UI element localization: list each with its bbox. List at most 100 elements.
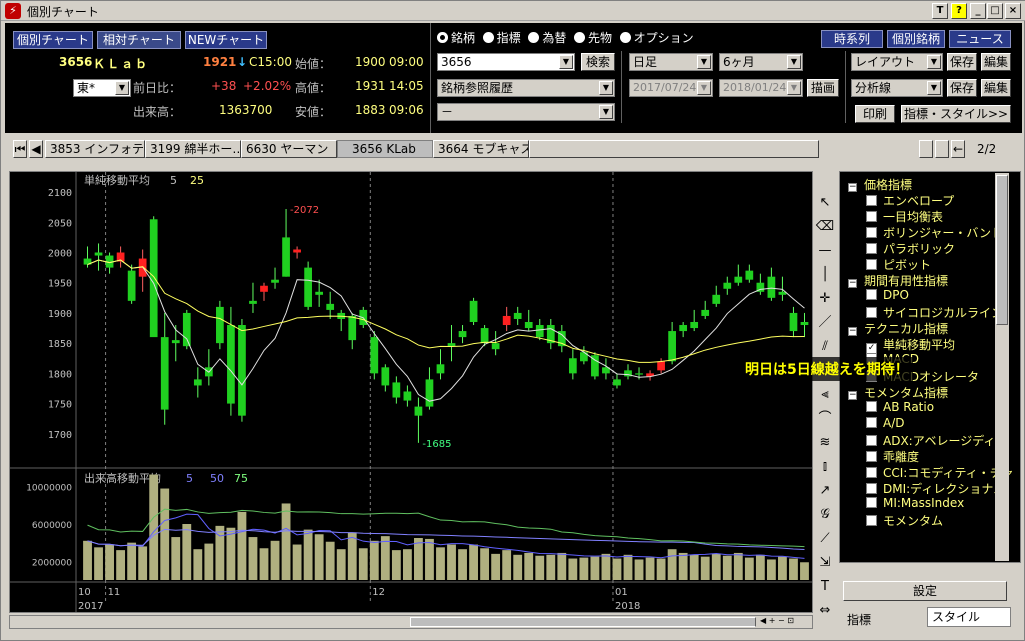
checkbox[interactable] — [866, 243, 877, 254]
market-select[interactable]: 東* ▼ — [73, 79, 131, 97]
layout-edit-button[interactable]: 編集 — [981, 53, 1011, 71]
period-select[interactable]: 日足 ▼ — [629, 53, 713, 71]
news-button[interactable]: ニュース — [949, 30, 1011, 48]
eraser-icon[interactable]: ⌫ — [815, 217, 835, 237]
individual-stock-button[interactable]: 個別銘柄 — [887, 30, 945, 48]
maximize-button[interactable]: □ — [987, 3, 1003, 19]
tree-item[interactable]: CCI:コモディティ・チャ — [866, 464, 1014, 481]
tree-item[interactable]: AB Ratio — [866, 400, 934, 414]
font-button[interactable]: T — [932, 3, 948, 19]
tree-scrollbar[interactable] — [995, 173, 1009, 561]
checkbox[interactable] — [866, 483, 877, 494]
stock-tab[interactable]: 3853 インフォテリ — [45, 140, 145, 158]
chart-hscrollbar[interactable]: ◀ + − ⊡ — [9, 615, 813, 629]
radio-index[interactable]: 指標 — [482, 31, 521, 45]
close-button[interactable]: × — [1005, 3, 1021, 19]
tab-new-chart[interactable]: NEWチャート — [185, 31, 267, 49]
checkbox[interactable] — [866, 497, 877, 508]
cursor-icon[interactable]: ↖ — [815, 193, 835, 213]
tree-group[interactable]: − 期間有用性指標 — [848, 272, 948, 289]
channel-icon[interactable]: ⫽ — [815, 337, 835, 357]
settings-button[interactable]: 設定 — [843, 581, 1007, 601]
stock-tab-active[interactable]: 3656 KLab — [337, 140, 433, 158]
analysis-select[interactable]: 分析線 ▼ — [851, 79, 943, 97]
radio-stock[interactable]: 銘柄 — [437, 31, 475, 45]
history-select[interactable]: 銘柄参照履歴 ▼ — [437, 79, 615, 97]
collapse-icon[interactable]: − — [848, 327, 857, 336]
layout-save-button[interactable]: 保存 — [947, 53, 977, 71]
date-to-input[interactable]: 2018/01/24 ▼ — [719, 79, 803, 97]
back-arrow-icon[interactable]: ← — [951, 140, 965, 158]
tree-item[interactable]: ADX:アベレージディレ — [866, 432, 1007, 449]
tab-style[interactable]: スタイル — [927, 607, 1011, 627]
checkbox[interactable] — [866, 307, 877, 318]
tree-item[interactable]: MI:MassIndex — [866, 496, 964, 510]
tab-individual-chart[interactable]: 個別チャート — [13, 31, 93, 49]
tree-item[interactable]: ボリンジャー・バンド — [866, 224, 1003, 241]
analysis-save-button[interactable]: 保存 — [947, 79, 977, 97]
tree-group[interactable]: − モメンタム指標 — [848, 384, 948, 401]
layout-select[interactable]: レイアウト ▼ — [851, 53, 943, 71]
checkbox[interactable] — [866, 211, 877, 222]
radio-options[interactable]: オプション — [619, 31, 694, 45]
tab-indicators[interactable]: 指標 — [847, 611, 871, 628]
fib-fan-icon[interactable]: ⫷ — [815, 385, 835, 405]
tree-hscrollbar[interactable] — [839, 563, 1021, 577]
period-icon[interactable]: ⇔ — [815, 601, 835, 621]
text-icon[interactable]: T — [815, 577, 835, 597]
cross-icon[interactable]: ✛ — [815, 289, 835, 309]
tree-item[interactable]: DMI:ディレクショナル — [866, 480, 1005, 497]
tree-item[interactable]: DPO — [866, 288, 909, 302]
zoom-controls-icon[interactable]: ◀ + − ⊡ — [760, 616, 794, 625]
tab-relative-chart[interactable]: 相対チャート — [97, 31, 181, 49]
scroll-thumb[interactable] — [996, 175, 1008, 325]
radio-fx[interactable]: 為替 — [528, 31, 566, 45]
stock-tab[interactable]: 3199 綿半ホー… — [145, 140, 241, 158]
date-from-input[interactable]: 2017/07/24 ▼ — [629, 79, 713, 97]
checkbox[interactable] — [866, 515, 877, 526]
print-button[interactable]: 印刷 — [855, 105, 895, 123]
stock-tab[interactable]: 3664 モブキャス — [433, 140, 529, 158]
first-tab-icon[interactable]: ⏮ — [13, 140, 27, 158]
edit-tab-icon[interactable] — [935, 140, 949, 158]
arc-icon[interactable]: ⌒ — [815, 409, 835, 429]
tree-item[interactable]: A/D — [866, 416, 905, 430]
regression-icon[interactable]: ⇲ — [815, 553, 835, 573]
tree-group[interactable]: − 価格指標 — [848, 176, 912, 193]
scroll-thumb[interactable] — [410, 617, 756, 627]
range-select[interactable]: 6ヶ月 ▼ — [719, 53, 803, 71]
third-select[interactable]: － ▼ — [437, 103, 615, 121]
code-input[interactable]: 3656 ▼ — [437, 53, 575, 71]
hline-icon[interactable]: — — [815, 241, 835, 261]
collapse-icon[interactable]: − — [848, 391, 857, 400]
timeseries-button[interactable]: 時系列 — [821, 30, 883, 48]
tree-item[interactable]: モメンタム — [866, 512, 943, 529]
search-button[interactable]: 検索 — [581, 53, 615, 71]
prev-tab-icon[interactable]: ◀ — [29, 140, 43, 158]
minimize-button[interactable]: _ — [970, 3, 986, 19]
help-button[interactable]: ? — [951, 3, 967, 19]
checkbox[interactable] — [866, 435, 877, 446]
gann-fan-icon[interactable]: ⟋ — [815, 529, 835, 549]
trendline-icon[interactable]: ／ — [815, 313, 835, 333]
checkbox[interactable] — [866, 417, 877, 428]
tree-item[interactable]: パラボリック — [866, 240, 955, 257]
collapse-icon[interactable]: − — [848, 279, 857, 288]
draw-button[interactable]: 描画 — [807, 79, 839, 97]
tree-item[interactable]: サイコロジカルライン — [866, 304, 1003, 321]
vline-icon[interactable]: │ — [815, 265, 835, 285]
collapse-icon[interactable]: − — [848, 183, 857, 192]
checkbox[interactable] — [866, 451, 877, 462]
tree-item[interactable]: 一目均衡表 — [866, 208, 943, 225]
stock-tab[interactable]: 6630 ヤーマン — [241, 140, 337, 158]
checkbox[interactable] — [866, 195, 877, 206]
checkbox[interactable] — [866, 401, 877, 412]
price-chart[interactable]: 1700 1750 1800 1850 1900 1950 2000 2050 2100 10 11… — [9, 171, 813, 613]
checkbox[interactable] — [866, 289, 877, 300]
tree-group[interactable]: − テクニカル指標 — [848, 320, 948, 337]
checkbox[interactable] — [866, 227, 877, 238]
gann-icon[interactable]: 𝒢 — [815, 505, 835, 525]
edit-tab-icon[interactable] — [919, 140, 933, 158]
fib-time-icon[interactable]: ⫾ — [815, 457, 835, 477]
tree-item[interactable]: 乖離度 — [866, 448, 919, 465]
